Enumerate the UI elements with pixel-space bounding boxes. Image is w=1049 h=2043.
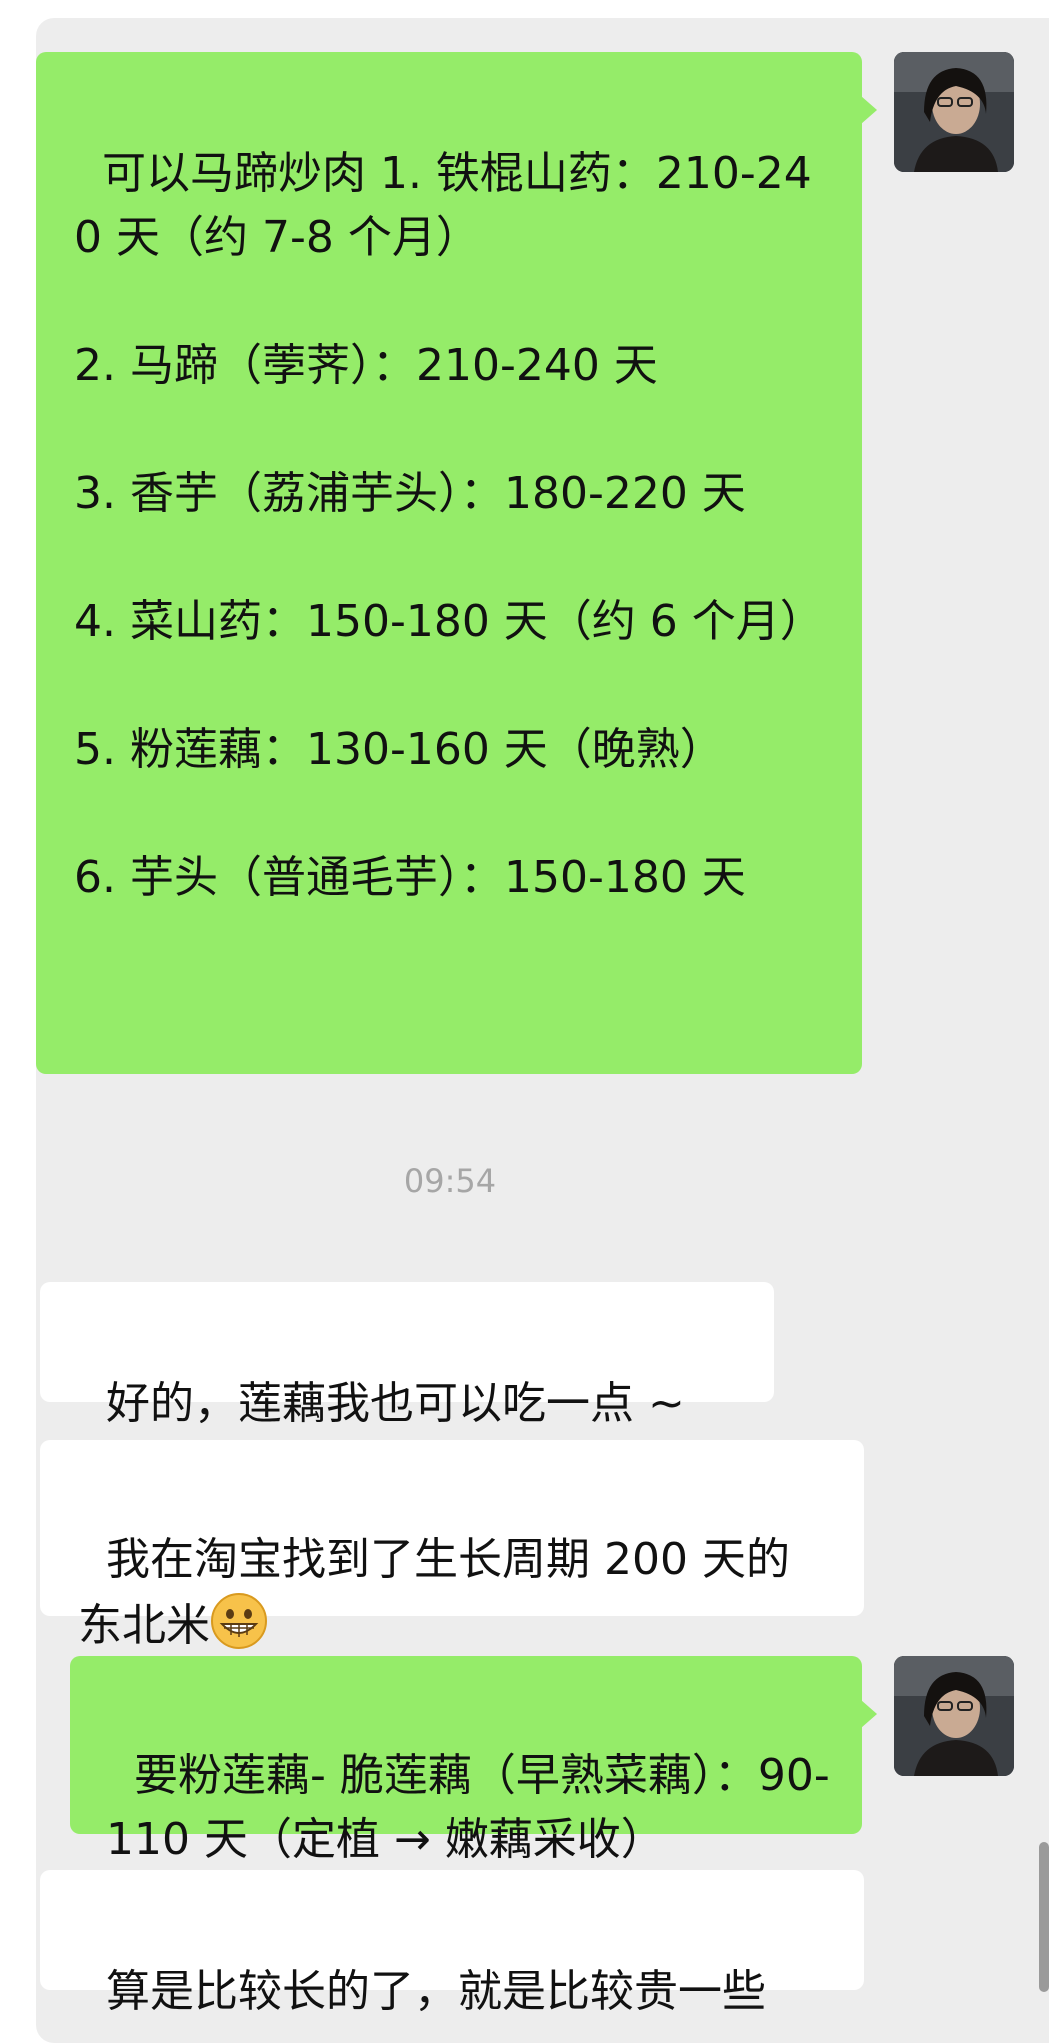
message-bubble-sent[interactable]: 要粉莲藕- 脆莲藕（早熟菜藕）：90-110 天（定植 → 嫩藕采收） [70,1656,862,1865]
message-bubble-received[interactable]: 我在淘宝找到了生长周期 200 天的东北米 [40,1440,864,1651]
message-text: 好的，莲藕我也可以吃一点 ~ [105,1378,685,1429]
message-text: 算是比较长的了，就是比较贵一些 [105,1966,766,2017]
grinning-face-emoji-icon [210,1592,268,1650]
message-bubble-sent[interactable]: 可以马蹄炒肉 1. 铁棍山药：210-240 天（约 7-8 个月） 2. 马蹄… [36,52,862,1074]
message-timestamp: 09:54 [403,1162,497,1200]
message-bubble-received[interactable]: 好的，莲藕我也可以吃一点 ~ [40,1282,774,1429]
bubble-tail [861,1700,877,1728]
bubble-tail [861,96,877,124]
scrollbar[interactable] [1039,1842,1049,1992]
message-text: 可以马蹄炒肉 1. 铁棍山药：210-240 天（约 7-8 个月） 2. 马蹄… [74,148,824,903]
user-avatar[interactable] [894,52,1014,172]
user-avatar[interactable] [894,1656,1014,1776]
message-bubble-received[interactable]: 算是比较长的了，就是比较贵一些 [40,1870,864,2017]
